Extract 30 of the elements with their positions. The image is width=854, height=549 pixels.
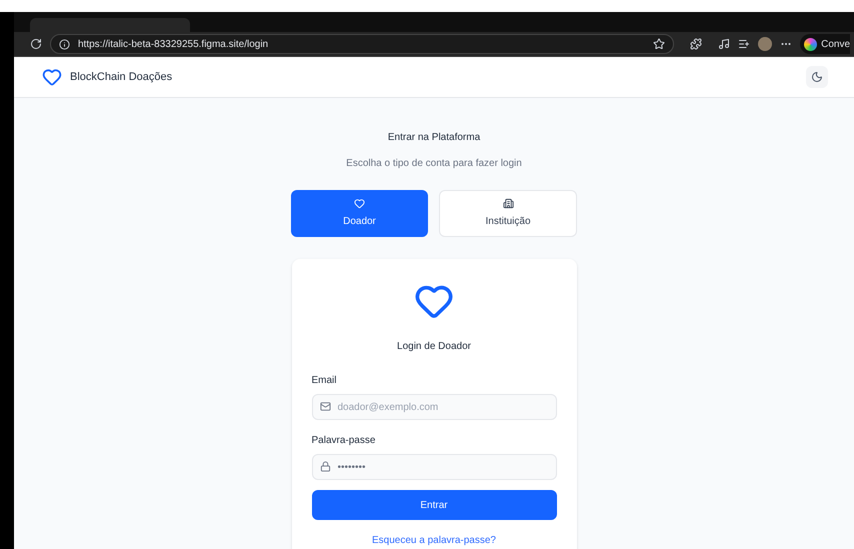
- account-type-tab[interactable]: Instituição: [439, 190, 577, 237]
- password-label: Palavra-passe: [312, 434, 376, 448]
- password-field[interactable]: ••••••••: [312, 454, 556, 480]
- forgot-password-link[interactable]: Esqueceu a palavra-passe?: [372, 533, 496, 548]
- copilot-icon: [804, 38, 818, 50]
- login-button[interactable]: Entrar: [312, 490, 556, 520]
- heart-icon: [354, 198, 365, 209]
- copilot-button[interactable]: Conve: [800, 34, 850, 54]
- moon-icon: [811, 71, 823, 83]
- media-icon[interactable]: [718, 38, 730, 50]
- building-icon: [502, 198, 514, 209]
- reload-icon[interactable]: [30, 38, 42, 50]
- account-type-tab[interactable]: Doador: [291, 190, 428, 237]
- favorites-icon[interactable]: [738, 38, 750, 50]
- email-field[interactable]: doador@exemplo.com: [312, 394, 556, 420]
- brand-name: BlockChain Doações: [70, 70, 172, 85]
- page-title: Entrar na Plataforma: [388, 131, 480, 145]
- extensions-icon[interactable]: [690, 38, 702, 50]
- email-label: Email: [312, 374, 338, 388]
- profile-avatar[interactable]: [758, 37, 772, 51]
- mail-icon: [320, 401, 330, 412]
- theme-toggle[interactable]: [806, 66, 828, 88]
- site-info-icon[interactable]: [59, 38, 70, 50]
- heart-icon: [42, 67, 62, 87]
- lock-icon: [320, 461, 330, 472]
- address-bar[interactable]: https://italic-beta-83329255.figma.site/login: [50, 34, 674, 54]
- favorite-icon[interactable]: [653, 38, 666, 50]
- url-text: https://italic-beta-83329255.figma.site/login: [78, 38, 270, 52]
- page-subtitle: Escolha o tipo de conta para fazer login: [346, 157, 522, 171]
- login-title: Login de Doador: [397, 340, 471, 354]
